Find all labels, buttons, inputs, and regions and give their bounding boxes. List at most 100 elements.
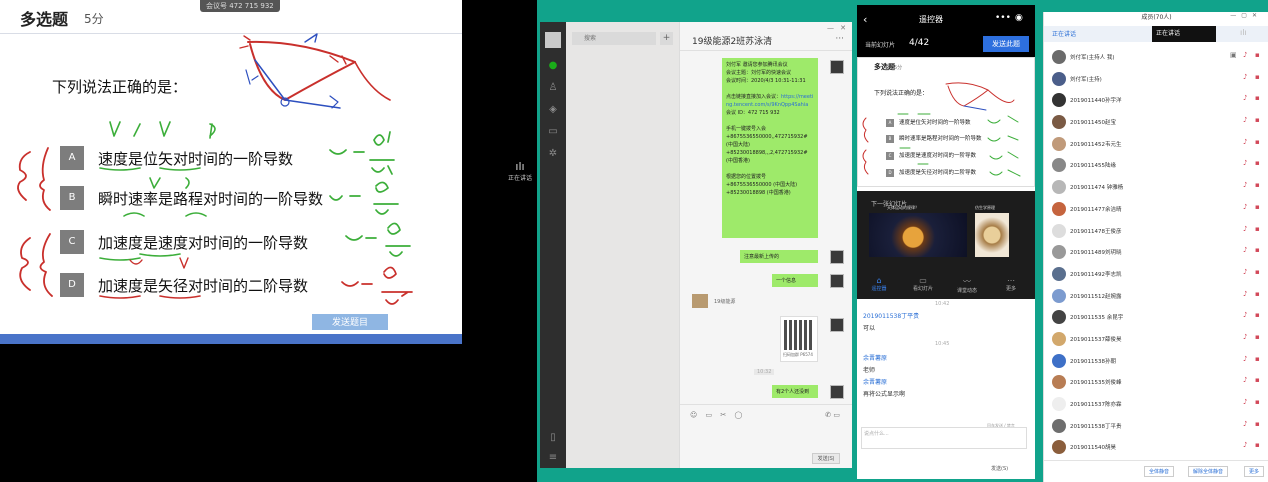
menu-icon[interactable]: ≡: [547, 452, 559, 464]
camera-off-icon[interactable]: ▪: [1255, 51, 1260, 59]
folder-icon[interactable]: ▭: [547, 126, 559, 138]
camera-off-icon[interactable]: ▪: [1255, 355, 1260, 363]
mic-muted-icon[interactable]: ♪: [1243, 311, 1247, 319]
member-row[interactable]: 2019011452韦元生 ♪ ▪: [1044, 135, 1268, 157]
camera-off-icon[interactable]: ▪: [1255, 116, 1260, 124]
mic-muted-icon[interactable]: ♪: [1243, 203, 1247, 211]
member-row[interactable]: 2019011538丁平贵 ♪ ▪: [1044, 417, 1268, 439]
mic-muted-icon[interactable]: ♪: [1243, 441, 1247, 449]
minimize-icon[interactable]: —: [827, 24, 834, 32]
member-row[interactable]: 2019011440孙宇洋 ♪ ▪: [1044, 91, 1268, 113]
mic-muted-icon[interactable]: ♪: [1243, 116, 1247, 124]
chat-message[interactable]: 有2个人还没到: [772, 385, 818, 398]
screen-share-icon[interactable]: ▣: [1230, 51, 1237, 59]
camera-off-icon[interactable]: ▪: [1255, 73, 1260, 81]
chat-more-button[interactable]: ···: [835, 34, 844, 44]
camera-off-icon[interactable]: ▪: [1255, 138, 1260, 146]
close-icon[interactable]: ✕: [840, 24, 846, 32]
call-icons[interactable]: ✆ ▭: [825, 411, 840, 419]
camera-off-icon[interactable]: ▪: [1255, 225, 1260, 233]
mic-muted-icon[interactable]: ♪: [1243, 159, 1247, 167]
avatar[interactable]: [830, 250, 844, 264]
camera-off-icon[interactable]: ▪: [1255, 246, 1260, 254]
mic-muted-icon[interactable]: ♪: [1243, 420, 1247, 428]
phone-icon[interactable]: ▯: [547, 432, 559, 444]
send-this-question-button[interactable]: 发送此题: [983, 36, 1029, 52]
chat-message[interactable]: 注意最新上传的: [740, 250, 818, 263]
message-input-area[interactable]: ☺ ▭ ✂ ◯ ✆ ▭ 发送(S): [680, 404, 852, 468]
camera-off-icon[interactable]: ▪: [1255, 398, 1260, 406]
chat-message[interactable]: 一个信息: [772, 274, 818, 287]
member-row[interactable]: 2019011538孙朝 ♪ ▪: [1044, 352, 1268, 374]
mic-muted-icon[interactable]: ♪: [1243, 333, 1247, 341]
camera-off-icon[interactable]: ▪: [1255, 376, 1260, 384]
member-row[interactable]: 2019011512赵婉露 ♪ ▪: [1044, 287, 1268, 309]
settings-icon[interactable]: ✲: [547, 148, 559, 160]
avatar[interactable]: [830, 274, 844, 288]
camera-off-icon[interactable]: ▪: [1255, 159, 1260, 167]
avatar[interactable]: [692, 294, 708, 308]
member-row[interactable]: 2019011537薛俊昊 ♪ ▪: [1044, 330, 1268, 352]
tab-more[interactable]: ⋯ 更多: [991, 276, 1031, 292]
input-toolbar-icons[interactable]: ☺ ▭ ✂ ◯: [690, 411, 745, 419]
mic-muted-icon[interactable]: ♪: [1243, 181, 1247, 189]
wechat-user-avatar[interactable]: [545, 32, 561, 48]
send-question-button[interactable]: 发送题目: [312, 314, 388, 330]
avatar[interactable]: [830, 318, 844, 332]
avatar[interactable]: [830, 60, 844, 74]
mic-muted-icon[interactable]: ♪: [1243, 268, 1247, 276]
back-icon[interactable]: ‹: [863, 13, 867, 26]
current-slide-thumbnail[interactable]: 多选题 5分 下列说法正确的是： A 速度是位矢对时间的一阶导数 B 瞬时速率是路程…: [857, 57, 1035, 187]
member-row[interactable]: 2019011535 余昆宇 ♪ ▪: [1044, 308, 1268, 330]
member-row[interactable]: 2019011540胡昊 ♪ ▪: [1044, 438, 1268, 460]
member-row[interactable]: 2019011477余洁晴 ♪ ▪: [1044, 200, 1268, 222]
tab-class-activity[interactable]: 〰课堂动态: [947, 276, 987, 294]
camera-off-icon[interactable]: ▪: [1255, 311, 1260, 319]
mic-muted-icon[interactable]: ♪: [1243, 246, 1247, 254]
avatar[interactable]: [830, 385, 844, 399]
member-row[interactable]: 2019011535刘俊峰 ♪ ▪: [1044, 373, 1268, 395]
meeting-invite-message[interactable]: 刘付军 邀请您参加腾讯会议 会议主题：刘付军的快速会议 会议时间：2020/4/…: [722, 58, 818, 238]
box-icon[interactable]: ◈: [547, 104, 559, 116]
more-button[interactable]: 更多: [1244, 466, 1265, 477]
qr-code-image[interactable]: 扫码加群 P6574: [780, 316, 818, 362]
camera-off-icon[interactable]: ▪: [1255, 203, 1260, 211]
tab-remote[interactable]: ⌂ 遥控器: [859, 276, 899, 292]
chat-input[interactable]: 说点什么...: [861, 427, 1027, 449]
mic-muted-icon[interactable]: ♪: [1243, 398, 1247, 406]
send-button[interactable]: 发送(S): [812, 453, 840, 464]
member-row[interactable]: 刘付军(主持) ♪ ▪: [1044, 70, 1268, 92]
member-row[interactable]: 2019011537陈亦霖 ♪ ▪: [1044, 395, 1268, 417]
mic-muted-icon[interactable]: ♪: [1243, 355, 1247, 363]
camera-off-icon[interactable]: ▪: [1255, 181, 1260, 189]
camera-off-icon[interactable]: ▪: [1255, 94, 1260, 102]
send-button[interactable]: 发送(S): [991, 465, 1008, 472]
more-icon[interactable]: •••: [995, 13, 1011, 23]
search-input[interactable]: [572, 32, 656, 45]
camera-off-icon[interactable]: ▪: [1255, 420, 1260, 428]
window-controls[interactable]: —▢✕: [1230, 12, 1262, 19]
mic-muted-icon[interactable]: ♪: [1243, 225, 1247, 233]
camera-off-icon[interactable]: ▪: [1255, 290, 1260, 298]
speaking-tab[interactable]: 正在讲话: [1052, 29, 1076, 38]
mic-muted-icon[interactable]: ♪: [1243, 73, 1247, 81]
mic-muted-icon[interactable]: ♪: [1243, 290, 1247, 298]
member-row[interactable]: 2019011455陆缘 ♪ ▪: [1044, 156, 1268, 178]
mic-muted-icon[interactable]: ♪: [1243, 94, 1247, 102]
camera-off-icon[interactable]: ▪: [1255, 333, 1260, 341]
member-row[interactable]: 2019011489刘玥晓 ♪ ▪: [1044, 243, 1268, 265]
add-chat-button[interactable]: +: [660, 32, 673, 45]
member-row[interactable]: 2019011450赵宝 ♪ ▪: [1044, 113, 1268, 135]
member-row[interactable]: 刘付军(主持人 我) ▣ ♪ ▪: [1044, 48, 1268, 70]
mic-muted-icon[interactable]: ♪: [1243, 138, 1247, 146]
member-row[interactable]: 2019011474 钟雅杨 ♪ ▪: [1044, 178, 1268, 200]
chat-icon[interactable]: ●: [547, 60, 559, 72]
tab-view-slides[interactable]: ▭ 看幻灯片: [903, 276, 943, 292]
contacts-icon[interactable]: ♙: [547, 82, 559, 94]
member-row[interactable]: 2019011492李志凯 ♪ ▪: [1044, 265, 1268, 287]
mic-muted-icon[interactable]: ♪: [1243, 51, 1247, 59]
unmute-all-button[interactable]: 解除全体静音: [1188, 466, 1229, 477]
mute-all-button[interactable]: 全体静音: [1144, 466, 1175, 477]
camera-off-icon[interactable]: ▪: [1255, 268, 1260, 276]
mic-muted-icon[interactable]: ♪: [1243, 376, 1247, 384]
